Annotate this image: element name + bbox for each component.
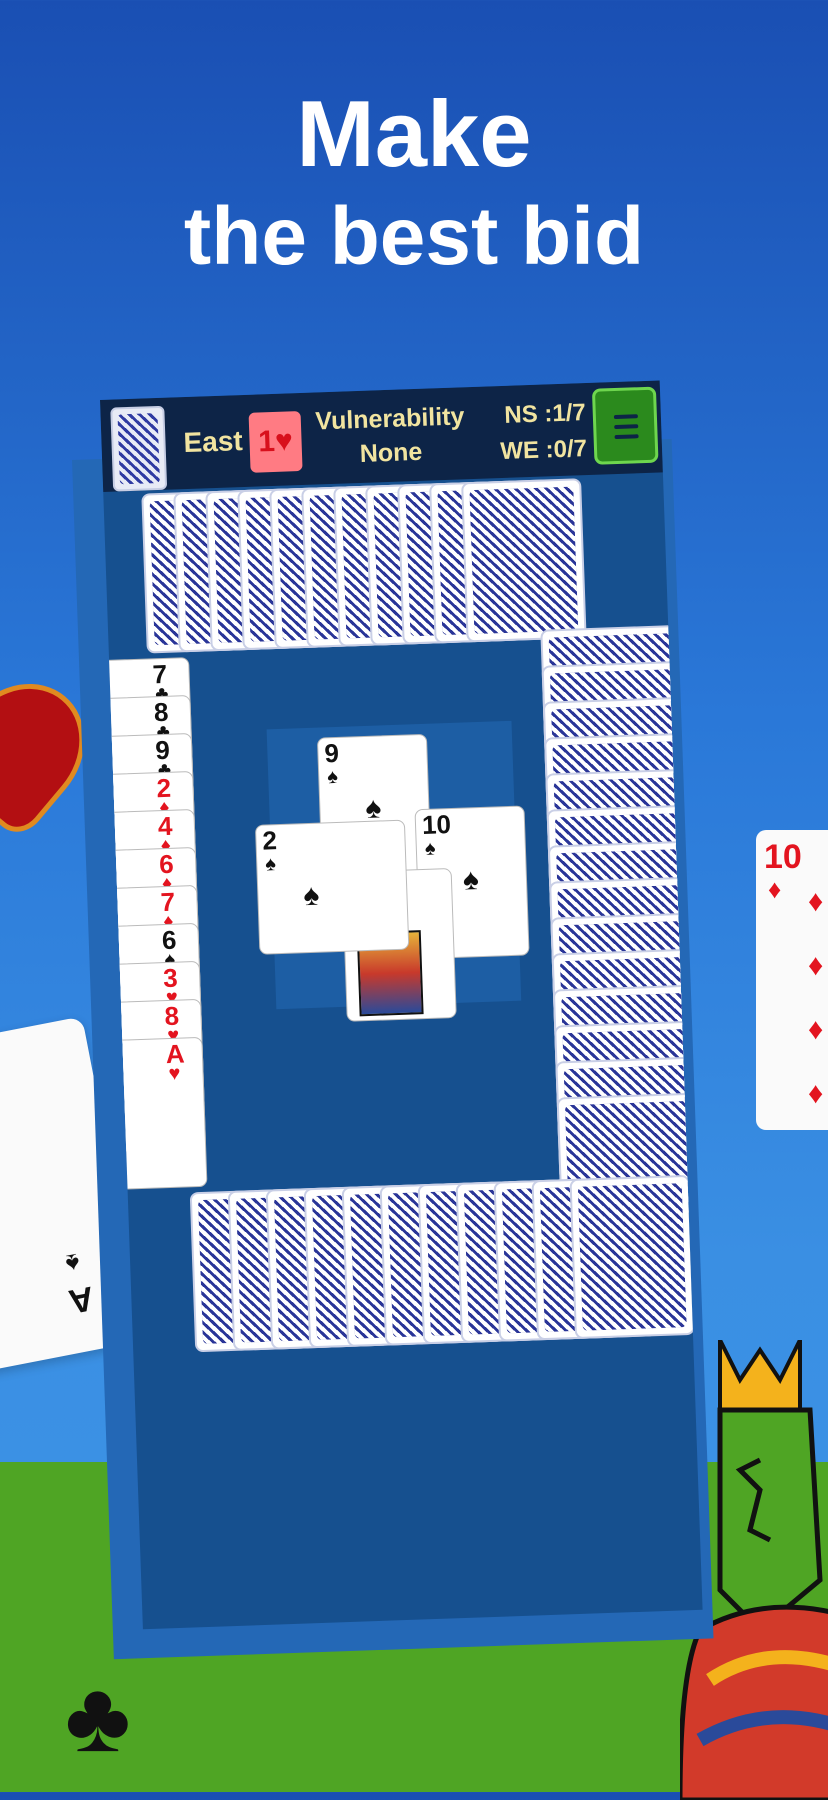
card-suit: ♠ — [264, 853, 277, 876]
card-rank: 10 — [421, 809, 452, 841]
game-top-bar: East 1♥ Vulnerability None NS :1/7 WE :0… — [100, 380, 663, 492]
ns-score: NS :1/7 — [503, 399, 587, 429]
game-screen: East 1♥ Vulnerability None NS :1/7 WE :0… — [100, 380, 703, 1630]
card-rank: 9 — [323, 737, 340, 769]
card-suit: ♥ — [168, 1062, 181, 1086]
headline-line-1: Make — [296, 81, 532, 186]
dealer-label: East — [182, 425, 244, 459]
decorative-ten-pip: ♦ ♦ ♦ ♦ — [808, 885, 824, 1110]
decorative-ace-rank: A — [65, 1278, 97, 1321]
vulnerability-value: None — [359, 437, 423, 468]
decorative-club-icon: ♣ — [65, 1661, 131, 1773]
current-bid-badge: 1♥ — [248, 411, 303, 473]
trick-card: 2 ♠ ♠ — [254, 819, 410, 955]
score-info: NS :1/7 WE :0/7 — [485, 395, 588, 470]
decorative-ten-suit: ♦ — [768, 874, 782, 904]
menu-button[interactable] — [591, 386, 659, 465]
vulnerability-label: Vulnerability — [314, 402, 465, 436]
card-rank: 2 — [261, 825, 278, 856]
headline-line-2: the best bid — [183, 191, 645, 282]
deck-icon[interactable] — [110, 405, 168, 492]
card-pip: ♠ — [462, 863, 480, 897]
decorative-ten-rank: 10 — [764, 838, 802, 876]
card-suit: ♠ — [326, 765, 339, 789]
vulnerability-info: Vulnerability None — [314, 399, 466, 472]
card-pip: ♠ — [302, 878, 320, 913]
hamburger-icon — [614, 424, 639, 430]
decorative-ace-suit: ♠ — [63, 1247, 83, 1280]
card-suit: ♠ — [424, 837, 436, 860]
hamburger-icon — [614, 434, 639, 440]
we-score: WE :0/7 — [499, 435, 588, 466]
south-card-back — [569, 1174, 695, 1339]
hamburger-icon — [613, 414, 638, 420]
north-card-back — [461, 478, 587, 643]
decorative-ten-of-diamonds: 10 ♦ ♦ ♦ ♦ ♦ — [756, 830, 828, 1130]
